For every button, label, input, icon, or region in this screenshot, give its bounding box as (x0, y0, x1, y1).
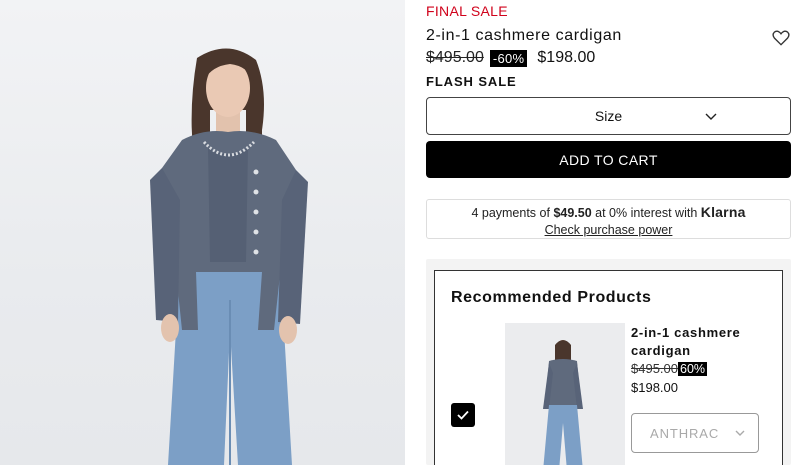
checkmark-icon (457, 410, 469, 420)
discount-badge: -60% (489, 49, 528, 67)
recommended-card: Recommended Products 2-in-1 cashmere car… (434, 270, 783, 465)
size-select-label: Size (594, 108, 623, 124)
model-figure (150, 48, 308, 465)
recommended-discount-badge: 60% (678, 361, 708, 376)
recommended-product-name[interactable]: 2-in-1 cashmere cardigan (631, 324, 771, 360)
klarna-line: 4 payments of $49.50 at 0% interest with… (427, 204, 790, 222)
recommended-product-image[interactable] (505, 323, 625, 465)
recommended-price-row: $495.00 60% (631, 361, 708, 376)
add-to-cart-button[interactable]: ADD TO CART (426, 141, 791, 178)
recommended-original-price: $495.00 (631, 361, 678, 376)
klarna-logo: Klarna (700, 204, 746, 220)
recommended-section: Recommended Products 2-in-1 cashmere car… (426, 259, 791, 465)
original-price: $495.00 (426, 49, 484, 66)
product-title: 2-in-1 cashmere cardigan (426, 27, 622, 44)
chevron-down-icon (735, 430, 745, 436)
select-checkbox[interactable] (451, 403, 475, 427)
klarna-suffix: at 0% interest with (595, 206, 698, 220)
check-purchase-power-link[interactable]: Check purchase power (427, 222, 790, 239)
color-select-value: ANTHRAC (650, 425, 720, 441)
klarna-box: 4 payments of $49.50 at 0% interest with… (426, 199, 791, 239)
final-sale-label: FINAL SALE (426, 3, 508, 19)
product-image[interactable] (0, 0, 405, 465)
recommended-sale-price: $198.00 (631, 380, 678, 395)
model-figure-thumb (505, 323, 625, 465)
color-select[interactable]: ANTHRAC (631, 413, 759, 453)
klarna-amount: $49.50 (553, 206, 592, 220)
size-select[interactable]: Size (426, 97, 791, 135)
chevron-down-icon (705, 113, 717, 120)
product-info-panel: FINAL SALE 2-in-1 cashmere cardigan $495… (426, 0, 792, 465)
sale-price: $198.00 (537, 49, 596, 66)
price-row: $495.00 -60% $198.00 (426, 49, 595, 67)
heart-icon[interactable] (771, 28, 791, 48)
klarna-prefix: 4 payments of (471, 206, 550, 220)
recommended-heading: Recommended Products (451, 289, 652, 306)
flash-sale-label: FLASH SALE (426, 74, 517, 89)
